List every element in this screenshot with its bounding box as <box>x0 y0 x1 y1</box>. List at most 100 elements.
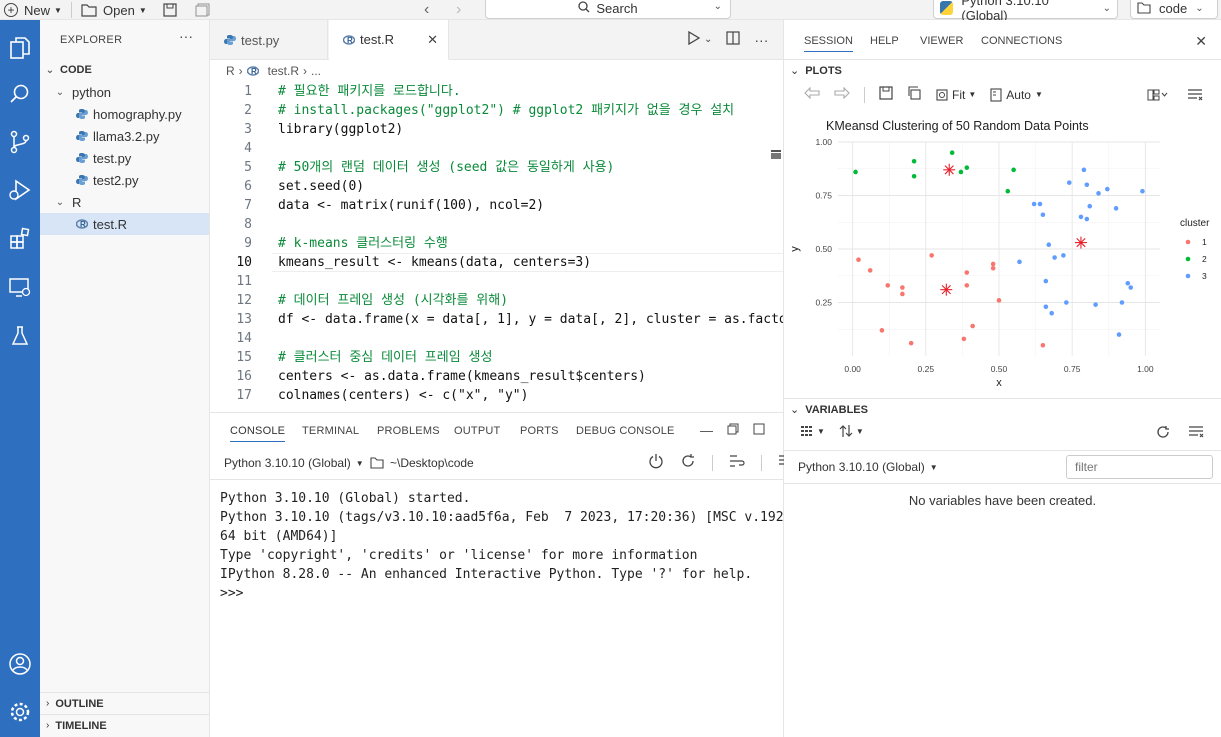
python-file-icon <box>76 152 88 164</box>
back-arrow-icon[interactable]: ‹ <box>424 0 429 20</box>
folder-python[interactable]: ⌄ python <box>40 81 209 103</box>
workspace-selector[interactable]: code ⌄ <box>1130 0 1218 19</box>
run-icon[interactable] <box>688 30 701 48</box>
panel-tab-problems[interactable]: PROBLEMS <box>377 425 440 437</box>
new-button[interactable]: + New ▼ <box>4 0 62 20</box>
code-line[interactable]: 8 <box>210 215 783 234</box>
forward-arrow-icon[interactable]: › <box>456 0 461 20</box>
folder-label: R <box>72 194 82 210</box>
code-line[interactable]: 2 # install.packages("ggplot2") # ggplot2… <box>210 101 783 120</box>
session-tab-viewer[interactable]: VIEWER <box>920 35 963 47</box>
code-line[interactable]: 6 set.seed(0) <box>210 177 783 196</box>
clear-variables-icon[interactable] <box>1188 425 1204 442</box>
code-line[interactable]: 9 # k-means 클러스터링 수행 <box>210 234 783 253</box>
open-button[interactable]: Open ▼ <box>81 0 147 20</box>
file-test-py[interactable]: test.py <box>40 147 209 169</box>
file-llama[interactable]: llama3.2.py <box>40 125 209 147</box>
code-line[interactable]: 13 df <- data.frame(x = data[, 1], y = da… <box>210 310 783 329</box>
remote-explorer-icon[interactable] <box>4 272 36 304</box>
breadcrumb-item[interactable]: ... <box>311 64 321 78</box>
panel-tab-terminal[interactable]: TERMINAL <box>302 425 359 437</box>
file-homography[interactable]: homography.py <box>40 103 209 125</box>
extensions-icon[interactable] <box>4 222 36 254</box>
close-icon[interactable]: ✕ <box>1195 33 1207 50</box>
layout-icon[interactable] <box>1147 89 1169 104</box>
y-axis-label: y <box>789 246 801 252</box>
search-icon[interactable] <box>4 78 36 110</box>
variables-section-header[interactable]: ⌄ VARIABLES <box>784 398 1221 420</box>
maximize-icon[interactable] <box>753 423 765 438</box>
source-control-icon[interactable] <box>4 126 36 158</box>
arrow-left-icon[interactable] <box>804 86 820 102</box>
code-line[interactable]: 14 <box>210 329 783 348</box>
close-icon[interactable]: ✕ <box>427 32 438 48</box>
more-actions-icon[interactable]: ··· <box>754 32 768 48</box>
save-all-icon[interactable] <box>195 0 211 20</box>
file-test2-py[interactable]: test2.py <box>40 169 209 191</box>
panel-tab-output[interactable]: OUTPUT <box>454 425 500 437</box>
code-line[interactable]: 1 # 필요한 패키지를 로드합니다. <box>210 82 783 101</box>
session-tab-session[interactable]: SESSION <box>804 35 853 52</box>
chevron-down-icon[interactable]: ⌄ <box>704 34 712 45</box>
code-line[interactable]: 3 library(ggplot2) <box>210 120 783 139</box>
panel-tab-ports[interactable]: PORTS <box>520 425 559 437</box>
console-interpreter-selector[interactable]: Python 3.10.10 (Global) ▼ <box>224 456 364 470</box>
code-line[interactable]: 5 # 50개의 랜덤 데이터 생성 (seed 값은 동일하게 사용) <box>210 158 783 177</box>
folder-r[interactable]: ⌄ R <box>40 191 209 213</box>
restore-icon[interactable] <box>727 423 739 438</box>
refresh-icon[interactable] <box>1156 425 1170 442</box>
session-tab-connections[interactable]: CONNECTIONS <box>981 35 1062 47</box>
minimize-icon[interactable]: — <box>700 423 713 438</box>
filter-input[interactable] <box>1066 455 1213 479</box>
panel-tab-debug-console[interactable]: DEBUG CONSOLE <box>576 425 675 437</box>
code-line[interactable]: 4 <box>210 139 783 158</box>
line-number: 10 <box>236 255 252 270</box>
run-debug-icon[interactable] <box>4 174 36 206</box>
timeline-section[interactable]: › TIMELINE <box>40 714 209 736</box>
explorer-icon[interactable] <box>4 32 36 64</box>
outline-section[interactable]: › OUTLINE <box>40 692 209 714</box>
panel-tab-console[interactable]: CONSOLE <box>230 425 286 442</box>
code-line[interactable]: 12 # 데이터 프레임 생성 (시각화를 위해) <box>210 291 783 310</box>
power-icon[interactable] <box>648 453 664 472</box>
data-point-cluster-3 <box>1113 206 1119 211</box>
breadcrumb-item[interactable]: R <box>226 64 235 78</box>
clear-plots-icon[interactable] <box>1187 88 1203 105</box>
search-box[interactable]: Search ⌄ <box>485 0 731 19</box>
divider <box>210 479 783 480</box>
save-icon[interactable] <box>163 0 177 20</box>
line-number: 6 <box>244 179 252 194</box>
variables-interpreter-selector[interactable]: Python 3.10.10 (Global) ▼ <box>798 460 938 474</box>
tab-test-py[interactable]: test.py <box>210 20 328 60</box>
workspace-root[interactable]: ⌄ CODE <box>40 59 209 81</box>
file-test-r[interactable]: R test.R <box>40 213 209 235</box>
split-editor-icon[interactable] <box>726 31 740 48</box>
testing-flask-icon[interactable] <box>4 320 36 352</box>
fit-dropdown[interactable]: Fit ▼ <box>935 88 976 102</box>
save-icon[interactable] <box>879 86 893 103</box>
code-line[interactable]: 10 kmeans_result <- kmeans(data, centers=… <box>210 253 783 272</box>
more-actions-icon[interactable]: ··· <box>179 28 193 44</box>
tab-test-r[interactable]: R test.R ✕ <box>329 20 449 60</box>
breadcrumb-item[interactable]: test.R <box>268 64 299 78</box>
restart-icon[interactable] <box>680 453 696 472</box>
accounts-icon[interactable] <box>4 648 36 680</box>
plots-section-header[interactable]: ⌄ PLOTS <box>784 59 1221 81</box>
arrow-right-icon[interactable] <box>834 86 850 102</box>
auto-dropdown[interactable]: Auto ▼ <box>990 88 1043 102</box>
code-line[interactable]: 11 <box>210 272 783 291</box>
code-line[interactable]: 15 # 클러스터 중심 데이터 프레임 생성 <box>210 348 783 367</box>
code-area[interactable]: 1 # 필요한 패키지를 로드합니다. 2 # install.packages("g… <box>210 80 783 412</box>
scrollbar-thumb[interactable] <box>771 153 781 159</box>
session-tab-help[interactable]: HELP <box>870 35 899 47</box>
sort-dropdown[interactable]: ▼ <box>839 424 864 438</box>
word-wrap-icon[interactable] <box>729 454 745 471</box>
interpreter-selector[interactable]: Python 3.10.10 (Global) ⌄ <box>933 0 1118 23</box>
copy-icon[interactable] <box>907 86 921 103</box>
code-line[interactable]: 16 centers <- as.data.frame(kmeans_result… <box>210 367 783 386</box>
code-line[interactable]: 7 data <- matrix(runif(100), ncol=2) <box>210 196 783 215</box>
working-directory[interactable]: ~\Desktop\code <box>370 456 474 470</box>
code-line[interactable]: 17 colnames(centers) <- c("x", "y") <box>210 386 783 405</box>
group-by-dropdown[interactable]: ▼ <box>800 425 825 437</box>
gear-icon[interactable] <box>4 696 36 728</box>
